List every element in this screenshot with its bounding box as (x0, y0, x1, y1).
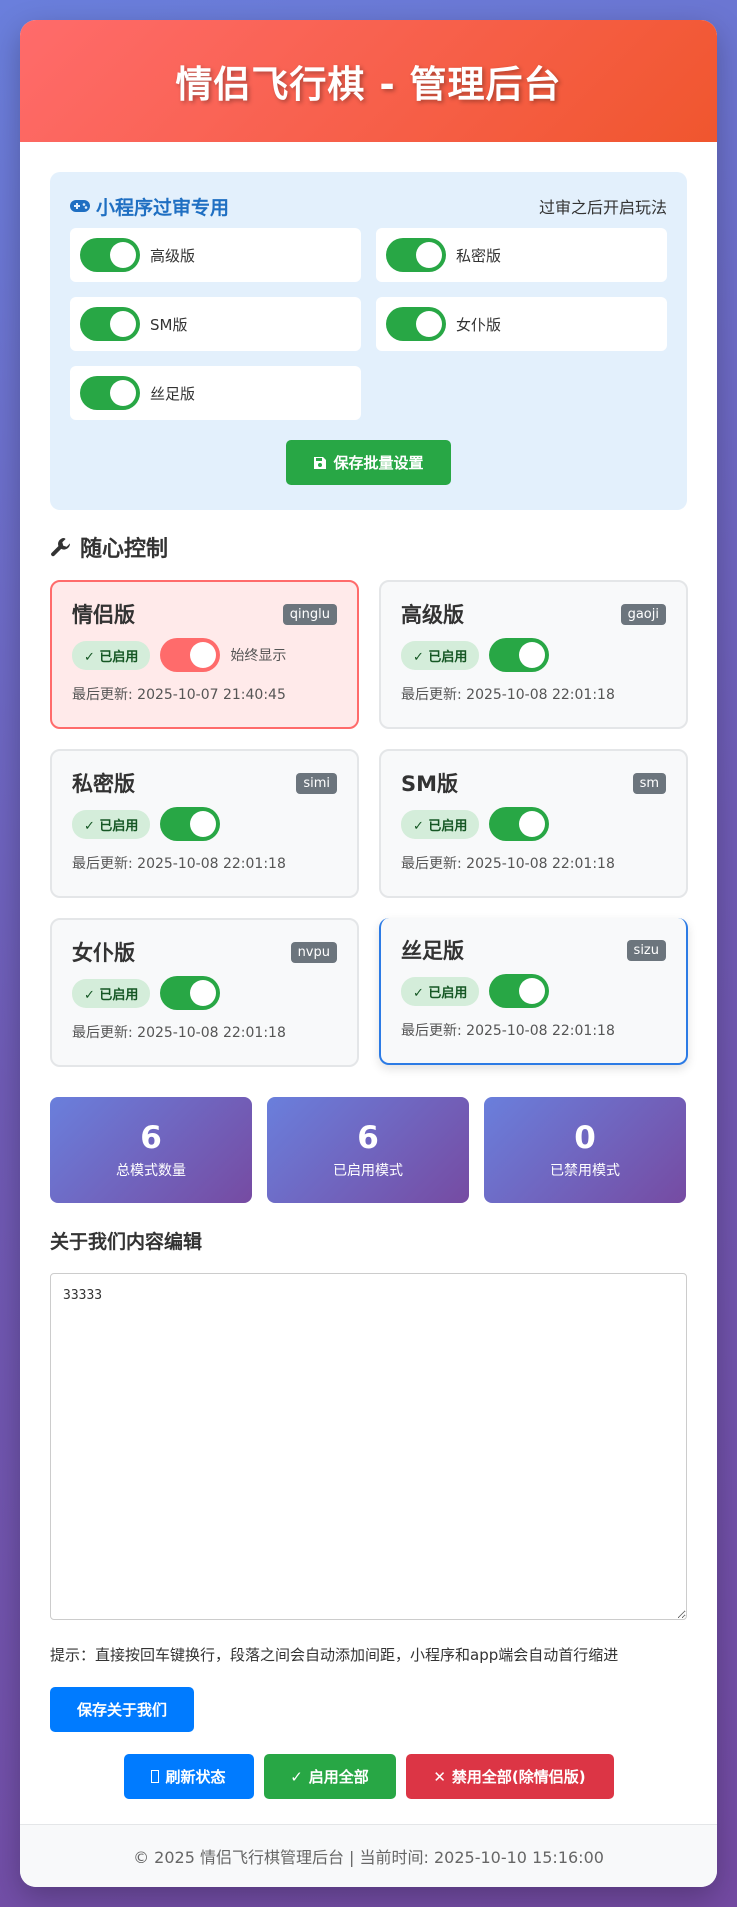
toggle-switch[interactable] (489, 638, 550, 672)
mode-code-badge: gaoji (620, 603, 666, 625)
mode-card-qinglu[interactable]: 情侣版 qinglu ✓ 已启用 始终显示 最后更新: 2025-10-07 2… (50, 580, 359, 729)
mode-card-simi[interactable]: 私密版 simi ✓ 已启用 最后更新: 2025-10-08 22:01:18 (50, 749, 359, 898)
stat-value: 0 (574, 1120, 596, 1156)
mode-updated-time: 最后更新: 2025-10-08 22:01:18 (72, 856, 286, 872)
always-show-label: 始终显示 (230, 648, 287, 664)
about-hint: 提示：直接按回车键换行，段落之间会自动添加间距，小程序和app端会自动首行缩进 (50, 1646, 619, 1664)
page-header: 情侣飞行棋 - 管理后台 (20, 20, 717, 142)
audit-item-sizu: 丝足版 (70, 366, 361, 420)
enable-all-button[interactable]: ✓ 启用全部 (263, 1754, 396, 1799)
status-badge: ✓ 已启用 (72, 809, 151, 839)
audit-item-nvpu: 女仆版 (376, 297, 667, 351)
mode-code-badge: sm (632, 772, 666, 794)
mode-card-gaoji[interactable]: 高级版 gaoji ✓ 已启用 最后更新: 2025-10-08 22:01:1… (379, 580, 688, 729)
mode-updated-time: 最后更新: 2025-10-08 22:01:18 (401, 687, 615, 703)
control-title: 随心控制 (80, 537, 169, 562)
status-badge: ✓ 已启用 (401, 640, 480, 670)
close-icon: ✕ (433, 1767, 446, 1786)
audit-item-gaoji: 高级版 (70, 228, 361, 282)
audit-note: 过审之后开启玩法 (538, 198, 667, 217)
toggle-switch[interactable] (80, 307, 140, 341)
stats-row: 6 总模式数量 6 已启用模式 0 已禁用模式 (50, 1097, 687, 1203)
mode-card-sizu[interactable]: 丝足版 sizu ✓ 已启用 最后更新: 2025-10-08 22:01:18 (379, 918, 688, 1065)
mode-code-badge: simi (296, 772, 337, 794)
toggle-switch[interactable] (386, 238, 446, 272)
refresh-icon (151, 1770, 160, 1783)
save-about-button[interactable]: 保存关于我们 (50, 1687, 194, 1732)
gamepad-icon (70, 200, 90, 212)
footer-text: © 2025 情侣飞行棋管理后台 | 当前时间: 2025-10-10 15:1… (133, 1848, 604, 1867)
mode-code-badge: nvpu (290, 941, 337, 963)
enable-all-label: 启用全部 (308, 1768, 369, 1786)
audit-item-label: 女仆版 (456, 315, 502, 334)
stat-label: 已禁用模式 (550, 1163, 620, 1179)
wrench-icon (51, 538, 71, 557)
toggle-switch[interactable] (80, 238, 140, 272)
mode-grid: 情侣版 qinglu ✓ 已启用 始终显示 最后更新: 2025-10-07 2… (50, 580, 688, 1067)
save-icon (314, 456, 327, 469)
audit-item-label: 私密版 (456, 246, 502, 265)
audit-item-sm: SM版 (70, 297, 361, 351)
page-title: 情侣飞行棋 - 管理后台 (175, 63, 562, 106)
mode-name: SM版 (401, 772, 459, 796)
mode-name: 女仆版 (72, 941, 135, 965)
stat-value: 6 (140, 1120, 162, 1156)
stat-enabled-modes: 6 已启用模式 (267, 1097, 469, 1203)
mode-card-nvpu[interactable]: 女仆版 nvpu ✓ 已启用 最后更新: 2025-10-08 22:01:18 (50, 918, 359, 1067)
mode-card-sm[interactable]: SM版 sm ✓ 已启用 最后更新: 2025-10-08 22:01:18 (379, 749, 688, 898)
mode-updated-time: 最后更新: 2025-10-08 22:01:18 (401, 856, 615, 872)
status-badge: ✓ 已启用 (401, 809, 480, 839)
audit-item-label: SM版 (150, 315, 188, 334)
control-section-title: 随心控制 (50, 532, 687, 562)
about-content-textarea[interactable]: 33333 (50, 1273, 687, 1620)
toggle-switch[interactable] (160, 976, 221, 1010)
toggle-switch[interactable] (489, 807, 550, 841)
status-badge: ✓ 已启用 (72, 640, 151, 670)
status-badge: ✓ 已启用 (401, 976, 480, 1006)
toggle-switch[interactable] (160, 807, 221, 841)
audit-panel: 小程序过审专用 过审之后开启玩法 高级版 私密版 SM版 女仆版 丝足版 保存批… (50, 172, 687, 510)
toggle-switch[interactable] (80, 376, 140, 410)
stat-value: 6 (357, 1120, 379, 1156)
about-section-title: 关于我们内容编辑 (50, 1231, 203, 1253)
refresh-button[interactable]: 刷新状态 (123, 1754, 254, 1799)
mode-updated-time: 最后更新: 2025-10-08 22:01:18 (72, 1025, 286, 1041)
toggle-switch[interactable] (160, 638, 221, 672)
refresh-label: 刷新状态 (165, 1768, 226, 1786)
mode-code-badge: sizu (626, 939, 666, 961)
audit-item-label: 高级版 (150, 246, 196, 265)
stat-label: 已启用模式 (333, 1163, 403, 1179)
check-icon: ✓ (290, 1767, 303, 1786)
audit-title: 小程序过审专用 (96, 196, 230, 219)
audit-item-label: 丝足版 (150, 384, 196, 403)
stat-total-modes: 6 总模式数量 (50, 1097, 252, 1203)
mode-name: 丝足版 (401, 939, 464, 963)
page-footer: © 2025 情侣飞行棋管理后台 | 当前时间: 2025-10-10 15:1… (20, 1824, 717, 1887)
mode-name: 私密版 (72, 772, 135, 796)
bulk-actions: 刷新状态 ✓ 启用全部 ✕ 禁用全部(除情侣版) (50, 1754, 687, 1799)
mode-code-badge: qinglu (282, 603, 337, 625)
stat-label: 总模式数量 (116, 1163, 186, 1179)
toggle-switch[interactable] (489, 974, 550, 1008)
mode-updated-time: 最后更新: 2025-10-08 22:01:18 (401, 1023, 615, 1039)
mode-name: 高级版 (401, 603, 464, 627)
mode-updated-time: 最后更新: 2025-10-07 21:40:45 (72, 687, 286, 703)
save-batch-button[interactable]: 保存批量设置 (286, 440, 451, 485)
stat-disabled-modes: 0 已禁用模式 (484, 1097, 686, 1203)
mode-name: 情侣版 (72, 603, 135, 627)
disable-all-button[interactable]: ✕ 禁用全部(除情侣版) (405, 1754, 614, 1799)
status-badge: ✓ 已启用 (72, 978, 151, 1008)
save-batch-label: 保存批量设置 (333, 454, 424, 472)
disable-all-label: 禁用全部(除情侣版) (451, 1768, 586, 1786)
audit-item-simi: 私密版 (376, 228, 667, 282)
toggle-switch[interactable] (386, 307, 446, 341)
admin-panel: 情侣飞行棋 - 管理后台 小程序过审专用 过审之后开启玩法 高级版 私密版 SM… (20, 20, 717, 1887)
